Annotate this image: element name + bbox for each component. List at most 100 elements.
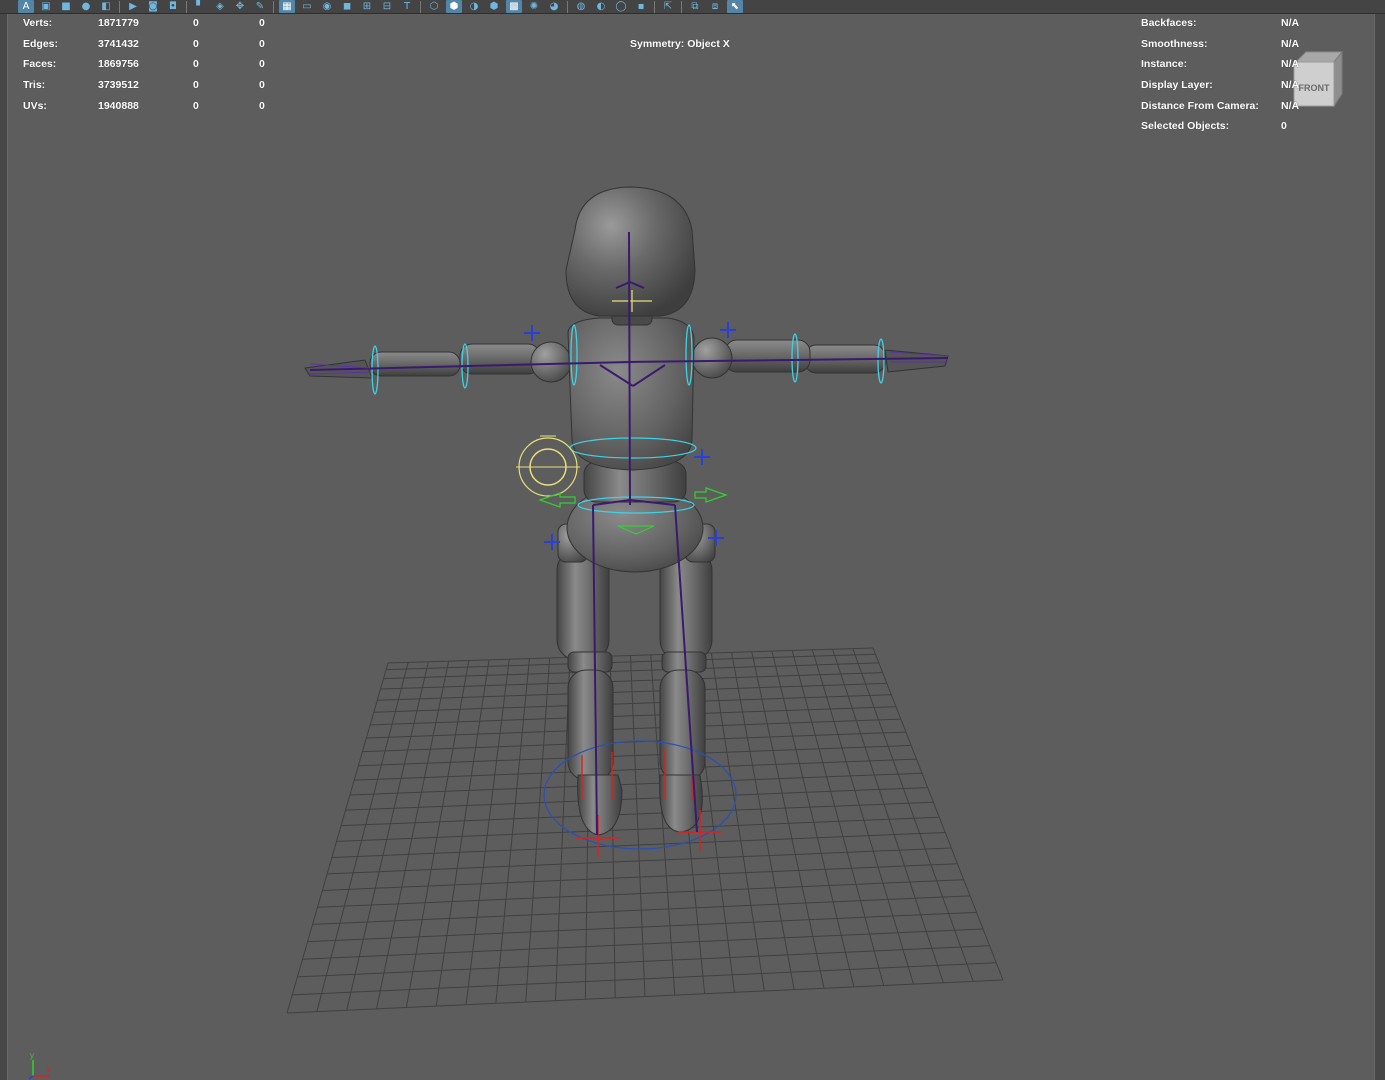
gate-mask-button[interactable]: ◼: [339, 0, 355, 13]
select-mode-button[interactable]: A: [18, 0, 34, 13]
hud-label: Verts:: [23, 17, 53, 29]
field-chart-icon: ⊞: [362, 1, 372, 12]
sphere-button[interactable]: ●: [78, 0, 94, 13]
hud-label: Instance:: [1141, 58, 1188, 71]
hud-label: Faces:: [23, 58, 57, 71]
hud-label: UVs:: [23, 99, 47, 112]
ground-grid: [286, 647, 1004, 1014]
hud-row-edges: Edges: 3741432 0 0: [23, 38, 289, 59]
xray-active-button[interactable]: ⬉: [727, 0, 743, 13]
hud-value: N/A: [1281, 17, 1300, 29]
hud-label: Selected Objects:: [1141, 120, 1230, 133]
camera-attr-button[interactable]: ◘: [165, 0, 181, 13]
frame-button[interactable]: ▣: [38, 0, 54, 13]
wireframe-on-shaded-icon: ◑: [469, 1, 479, 12]
layers-button[interactable]: ◧: [98, 0, 114, 13]
checker-button[interactable]: ▩: [506, 0, 522, 13]
hud-value: N/A: [1281, 37, 1300, 50]
toolbar-separator: [420, 0, 421, 13]
hud-label: Display Layer:: [1141, 79, 1213, 92]
hud-value: 0: [193, 79, 199, 92]
view-cube-front-label: FRONT: [1299, 83, 1330, 93]
ambient-occlusion-button[interactable]: ◍: [573, 0, 589, 13]
hud-value: 3741432: [98, 37, 139, 50]
field-chart-button[interactable]: ⊞: [359, 0, 375, 13]
hud-value: 0: [259, 17, 265, 29]
lights-button[interactable]: ✺: [526, 0, 542, 13]
xray-joints-icon: ⧈: [711, 1, 719, 12]
axis-y-label: y: [30, 1051, 34, 1060]
hud-row-uvs: UVs: 1940888 0 0: [23, 100, 289, 121]
hud-value: 0: [1281, 120, 1287, 133]
hud-row-display-layer: Display Layer: N/A: [1141, 79, 1299, 100]
shadows-icon: ◕: [549, 1, 559, 12]
xray-button[interactable]: ⧉: [687, 0, 703, 13]
hud-label: Edges:: [23, 37, 59, 50]
panel-icon: ■: [61, 1, 71, 12]
wireframe-icon: ⬡: [429, 1, 439, 12]
resolution-gate-button[interactable]: ◉: [319, 0, 335, 13]
camera-button[interactable]: ▶: [125, 0, 141, 13]
hud-label: Tris:: [23, 79, 46, 92]
2d-pan-icon: ✥: [235, 1, 245, 12]
anti-aliasing-icon: ◯: [615, 1, 627, 12]
bookmark-icon: ▘: [196, 1, 204, 12]
film-gate-button[interactable]: ▭: [299, 0, 315, 13]
hud-value: 3739512: [98, 79, 139, 92]
poly-count-hud: Verts: 1871779 0 0 Edges: 3741432 0 0 Fa…: [23, 17, 289, 120]
safe-action-button[interactable]: ⊟: [379, 0, 395, 13]
2d-pan-button[interactable]: ✥: [232, 0, 248, 13]
toolbar-separator: [119, 0, 120, 13]
isolate-select-button[interactable]: ⇱: [660, 0, 676, 13]
viewport-toolbar: A ▣ ■ ● ◧ ▶ ◙ ◘ ▘ ◈ ✥ ✎ ▦ ▭ ◉ ◼ ⊞ ⊟ T ⬡ ⬢ ◑ ⬢ ▩ ✺ ◕ ◍ ◐ ◯ ▪ ⇱ ⧉ ⧈ ⬉: [0, 0, 1385, 14]
shadows-button[interactable]: ◕: [546, 0, 562, 13]
hud-value: N/A: [1281, 99, 1300, 112]
film-gate-icon: ▭: [302, 1, 312, 12]
safe-title-button[interactable]: T: [399, 0, 415, 13]
lights-icon: ✺: [529, 1, 539, 12]
hud-row-verts: Verts: 1871779 0 0: [23, 17, 289, 38]
grease-pencil-button[interactable]: ✎: [252, 0, 268, 13]
viewport-left-border: [0, 0, 8, 1080]
wireframe-button[interactable]: ⬡: [426, 0, 442, 13]
xray-joints-button[interactable]: ⧈: [707, 0, 723, 13]
hud-label: Distance From Camera:: [1141, 99, 1259, 112]
hud-value: 1940888: [98, 99, 139, 112]
motion-blur-button[interactable]: ◐: [593, 0, 609, 13]
viewport-panel[interactable]: A ▣ ■ ● ◧ ▶ ◙ ◘ ▘ ◈ ✥ ✎ ▦ ▭ ◉ ◼ ⊞ ⊟ T ⬡ ⬢ ◑ ⬢ ▩ ✺ ◕ ◍ ◐ ◯ ▪ ⇱ ⧉ ⧈ ⬉ Verts…: [0, 0, 1385, 1080]
axis-gizmo: y x: [28, 1051, 51, 1080]
camera-lock-button[interactable]: ◙: [145, 0, 161, 13]
toolbar-separator: [273, 0, 274, 13]
camera-lock-icon: ◙: [148, 1, 158, 12]
frame-icon: ▣: [41, 1, 51, 12]
bookmark-button[interactable]: ▘: [192, 0, 208, 13]
resolution-gate-icon: ◉: [322, 1, 332, 12]
anti-aliasing-button[interactable]: ◯: [613, 0, 629, 13]
toolbar-separator: [567, 0, 568, 13]
sphere-icon: ●: [81, 1, 91, 12]
hud-value: N/A: [1281, 58, 1300, 71]
hud-value: N/A: [1281, 79, 1300, 92]
select-mode-icon: A: [22, 1, 30, 12]
wireframe-on-shaded-button[interactable]: ◑: [466, 0, 482, 13]
hud-value: 0: [259, 37, 265, 50]
hud-value: 1871779: [98, 17, 139, 29]
hud-row-backfaces: Backfaces: N/A: [1141, 17, 1299, 38]
hud-label: Smoothness:: [1141, 37, 1208, 50]
hud-row-smoothness: Smoothness: N/A: [1141, 38, 1299, 59]
textured-button[interactable]: ⬢: [486, 0, 502, 13]
3d-scene[interactable]: [0, 0, 1385, 1080]
layers-icon: ◧: [101, 1, 111, 12]
safe-action-icon: ⊟: [382, 1, 392, 12]
hud-label: Backfaces:: [1141, 17, 1197, 29]
image-plane-button[interactable]: ◈: [212, 0, 228, 13]
smooth-shade-button[interactable]: ⬢: [446, 0, 462, 13]
depth-of-field-icon: ▪: [637, 1, 645, 12]
checker-icon: ▩: [509, 1, 519, 12]
grid-button[interactable]: ▦: [279, 0, 295, 13]
axis-x-label: x: [47, 1065, 51, 1074]
hud-row-selected-objects: Selected Objects: 0: [1141, 120, 1299, 141]
depth-of-field-button[interactable]: ▪: [633, 0, 649, 13]
panel-button[interactable]: ■: [58, 0, 74, 13]
gate-mask-icon: ◼: [342, 1, 352, 12]
